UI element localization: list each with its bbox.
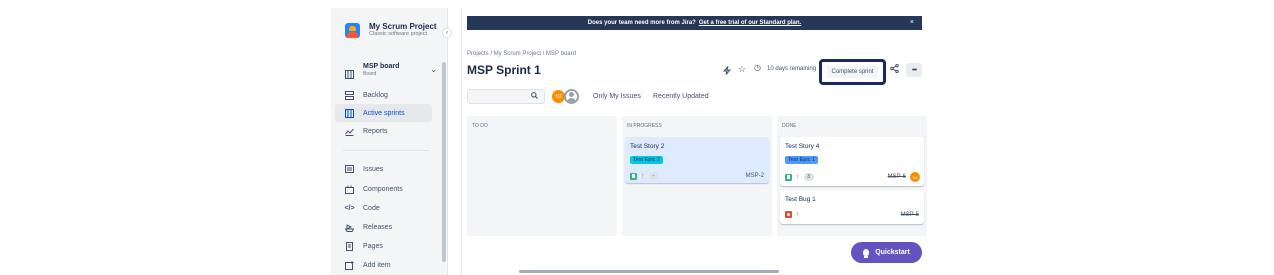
horizontal-scrollbar[interactable] (519, 270, 779, 273)
card-title: Test Story 2 (630, 143, 665, 150)
sidebar: My Scrum Project Classic software projec… (331, 8, 448, 275)
chart-icon (345, 127, 354, 136)
content-divider (461, 8, 462, 275)
ship-icon (345, 223, 354, 232)
sidebar-scrollbar[interactable] (441, 52, 447, 275)
board-name: MSP board (363, 63, 400, 70)
column-in-progress: IN PROGRESS Test Story 2 Test Epic 2 ↑ -… (622, 116, 772, 236)
star-icon[interactable]: ☆ (738, 64, 746, 75)
only-my-issues-filter[interactable]: Only My Issues (593, 93, 641, 100)
banner-text: Does your team need more from Jira? (587, 20, 696, 26)
priority-high-icon: ↑ (796, 211, 800, 218)
issue-key[interactable]: MSP-6 (888, 174, 906, 180)
sidebar-divider (343, 150, 429, 151)
chevron-left-icon: ‹ (446, 30, 448, 36)
priority-high-icon: ↑ (796, 173, 800, 181)
search-input[interactable] (467, 89, 545, 104)
column-todo: TO DO (467, 116, 617, 236)
sidebar-item-reports[interactable]: Reports (335, 122, 432, 140)
card-title: Test Story 4 (785, 143, 820, 150)
epic-label: Test Epic 2 (630, 156, 663, 164)
close-icon[interactable]: × (910, 19, 914, 26)
card-title: Test Bug 1 (785, 196, 816, 203)
sidebar-item-label: Components (363, 185, 403, 193)
lightning-icon[interactable] (722, 66, 732, 77)
days-remaining: 10 days remaining (767, 66, 817, 72)
page-icon (345, 241, 354, 251)
sidebar-item-label: Issues (363, 165, 384, 173)
column-header: IN PROGRESS (627, 123, 662, 129)
sidebar-item-label: Reports (363, 127, 388, 135)
sidebar-item-active-sprints[interactable]: Active sprints (335, 104, 432, 122)
epic-label: Test Epic 1 (785, 156, 818, 164)
unassigned-avatar-icon[interactable] (564, 89, 579, 104)
assignee-avatar[interactable]: VJ (910, 172, 920, 182)
complete-sprint-highlight: Complete sprint (819, 59, 886, 85)
sidebar-item-issues[interactable]: Issues (335, 160, 432, 178)
sidebar-item-label: Pages (363, 242, 383, 250)
column-header: TO DO (472, 123, 488, 129)
complete-sprint-button[interactable]: Complete sprint (827, 66, 878, 78)
page-title: MSP Sprint 1 (467, 63, 541, 77)
quickstart-label: Quickstart (875, 249, 910, 256)
column-header: DONE (782, 123, 797, 129)
issue-key[interactable]: MSP-5 (901, 212, 919, 218)
sidebar-item-label: Releases (363, 223, 393, 231)
breadcrumb[interactable]: Projects / My Scrum Project / MSP board (467, 51, 576, 57)
issue-card[interactable]: Test Story 4 Test Epic 1 ↑ 3 MSP-6 VJ (780, 137, 924, 186)
banner-link[interactable]: Get a free trial of our Standard plan. (699, 20, 801, 26)
add-icon (345, 260, 354, 270)
column-done: DONE Test Story 4 Test Epic 1 ↑ 3 MSP-6 … (777, 116, 927, 236)
share-icon[interactable] (890, 63, 899, 75)
issue-card[interactable]: Test Story 2 Test Epic 2 ↑ - MSP-2 (625, 137, 769, 183)
backlog-icon (345, 90, 354, 100)
project-name: My Scrum Project (369, 22, 437, 31)
issue-card[interactable]: Test Bug 1 ↑ MSP-5 (780, 190, 924, 224)
sidebar-item-label: Active sprints (363, 109, 405, 117)
story-points: 3 (803, 173, 814, 181)
quickstart-button[interactable]: Quickstart (851, 242, 922, 263)
story-icon (785, 173, 792, 181)
issues-icon (345, 164, 354, 174)
project-type: Classic software project (369, 31, 428, 37)
recently-updated-filter[interactable]: Recently Updated (653, 93, 709, 100)
priority-high-icon: ↑ (641, 172, 645, 180)
board-sub: Board (363, 71, 377, 77)
issue-key[interactable]: MSP-2 (746, 173, 764, 179)
collapse-sidebar-button[interactable]: ‹ (442, 28, 452, 38)
sidebar-item-label: Code (363, 204, 380, 212)
story-icon (630, 172, 637, 180)
project-avatar-icon (345, 22, 360, 38)
lightbulb-icon (863, 249, 870, 258)
more-actions-button[interactable]: ••• (906, 63, 922, 77)
search-icon (531, 92, 538, 101)
sidebar-item-add-item[interactable]: Add item (335, 256, 432, 274)
bug-icon (785, 211, 792, 218)
board-selector[interactable]: MSP board Board ⌄ (345, 63, 441, 79)
sidebar-item-backlog[interactable]: Backlog (335, 86, 432, 104)
chevron-down-icon: ⌄ (430, 65, 437, 74)
sidebar-item-pages[interactable]: Pages (335, 237, 432, 255)
code-icon: </> (344, 204, 355, 212)
sidebar-item-label: Add item (363, 261, 391, 269)
clock-icon: ◷ (754, 63, 761, 72)
jira-board-app: My Scrum Project Classic software projec… (331, 8, 943, 275)
components-icon (345, 185, 354, 194)
sidebar-item-components[interactable]: Components (335, 180, 432, 198)
sidebar-item-releases[interactable]: Releases (335, 218, 432, 236)
board-icon (345, 66, 354, 79)
sidebar-item-code[interactable]: </> Code (335, 199, 432, 217)
sidebar-item-label: Backlog (363, 91, 388, 99)
scrollbar-thumb[interactable] (442, 62, 446, 262)
board-columns-icon (345, 108, 354, 118)
story-points: - (648, 172, 659, 180)
project-header[interactable]: My Scrum Project Classic software projec… (345, 22, 437, 38)
upgrade-banner: Does your team need more from Jira? Get … (467, 16, 922, 30)
